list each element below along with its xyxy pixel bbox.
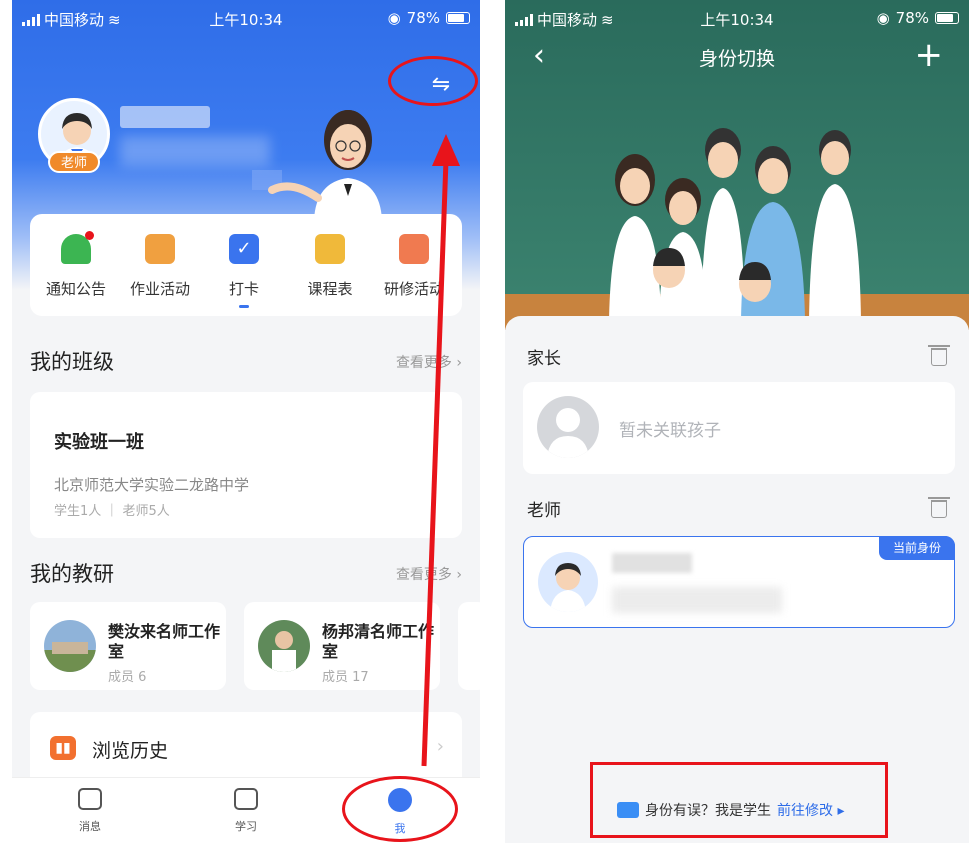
battery-icon [935, 12, 959, 24]
class-name: 实验班一班 [54, 432, 144, 453]
my-research-title: 我的教研 [30, 562, 114, 586]
tab-messages[interactable]: 消息 [50, 788, 130, 834]
teacher-identity-card[interactable]: 当前身份 [523, 536, 955, 628]
role-badge: 老师 [48, 151, 100, 173]
quick-actions-card: 通知公告 作业活动 ✓ 打卡 课程表 研修活动 [30, 214, 462, 316]
annotation-rect-wrong-identity [590, 762, 888, 838]
current-identity-badge: 当前身份 [879, 536, 955, 560]
my-research-more-link[interactable]: 查看更多 › [396, 564, 462, 584]
annotation-ellipse-me-tab [342, 776, 458, 842]
page-title: 身份切换 [698, 48, 775, 70]
history-row[interactable]: ▮▮ 浏览历史 › [30, 712, 462, 782]
user-info-blurred [120, 136, 270, 166]
teacher-illustration [252, 110, 382, 220]
studio-card[interactable]: 杨邦清名师工作室 成员 17 [244, 602, 440, 690]
quick-schedule[interactable]: 课程表 [292, 234, 368, 299]
message-icon [78, 788, 102, 810]
tab-learning[interactable]: 学习 [206, 788, 286, 834]
teacher-group-title: 老师 [527, 501, 561, 521]
parent-group-title: 家长 [527, 349, 561, 369]
battery-icon [446, 12, 470, 24]
flag-icon [399, 234, 429, 264]
trash-icon[interactable] [928, 497, 950, 518]
status-bar: 中国移动 ≋ 上午10:34 ◉ 78% [12, 0, 480, 36]
studio-name: 杨邦清名师工作室 [322, 622, 435, 661]
trash-icon[interactable] [928, 345, 950, 366]
my-class-title: 我的班级 [30, 350, 114, 374]
quick-notice[interactable]: 通知公告 [38, 231, 114, 299]
parent-identity-card[interactable]: 暂未关联孩子 [523, 382, 955, 474]
family-illustration [609, 128, 861, 320]
default-avatar [537, 396, 599, 458]
user-name-blurred [120, 106, 210, 128]
nav-bar: ‹ 身份切换 + [505, 36, 969, 80]
studio-name: 樊汝来名师工作室 [108, 622, 221, 661]
calendar-icon [315, 234, 345, 264]
class-card[interactable]: 实验班一班 北京师范大学实验二龙路中学 学生1人 ｜ 老师5人 [30, 392, 462, 538]
chevron-right-icon: › [436, 736, 444, 757]
checkin-icon: ✓ [229, 234, 259, 264]
status-bar: 中国移动 ≋ 上午10:34 ◉ 78% [505, 0, 969, 36]
studio-card-partial[interactable] [458, 602, 480, 690]
my-class-more-link[interactable]: 查看更多 › [396, 352, 462, 372]
user-name-blurred [612, 553, 692, 573]
bell-icon [61, 231, 94, 264]
add-identity-icon[interactable]: + [915, 36, 944, 74]
no-child-text: 暂未关联孩子 [619, 421, 721, 441]
battery-percent: 78% [406, 9, 440, 27]
quick-checkin[interactable]: ✓ 打卡 [206, 234, 282, 308]
right-phone-screen: 中国移动 ≋ 上午10:34 ◉ 78% ‹ 身份切换 + 家长 暂未关联孩子 … [505, 0, 969, 843]
book-open-icon [234, 788, 258, 810]
avatar [538, 552, 598, 612]
class-school: 北京师范大学实验二龙路中学 [54, 476, 250, 494]
book-icon: ▮▮ [50, 736, 76, 760]
alarm-icon: ◉ [387, 9, 401, 27]
annotation-ellipse-switch [388, 56, 478, 106]
user-info-blurred [612, 587, 782, 613]
studio-members: 成员 17 [322, 670, 369, 685]
battery-percent: 78% [895, 9, 929, 27]
studio-card[interactable]: 樊汝来名师工作室 成员 6 [30, 602, 226, 690]
alarm-icon: ◉ [876, 9, 890, 27]
quick-homework[interactable]: 作业活动 [122, 234, 198, 299]
class-stats: 学生1人 ｜ 老师5人 [54, 504, 170, 519]
document-icon [145, 234, 175, 264]
quick-research[interactable]: 研修活动 [376, 234, 452, 299]
active-indicator [239, 305, 249, 308]
studio-thumbnail [258, 620, 310, 672]
left-phone-screen: 中国移动 ≋ 上午10:34 ◉ 78% ⇋ 老师 通知公告 作业活动 ✓ 打卡… [12, 0, 480, 843]
studio-thumbnail [44, 620, 96, 672]
studio-members: 成员 6 [108, 670, 147, 685]
history-label: 浏览历史 [92, 740, 169, 762]
